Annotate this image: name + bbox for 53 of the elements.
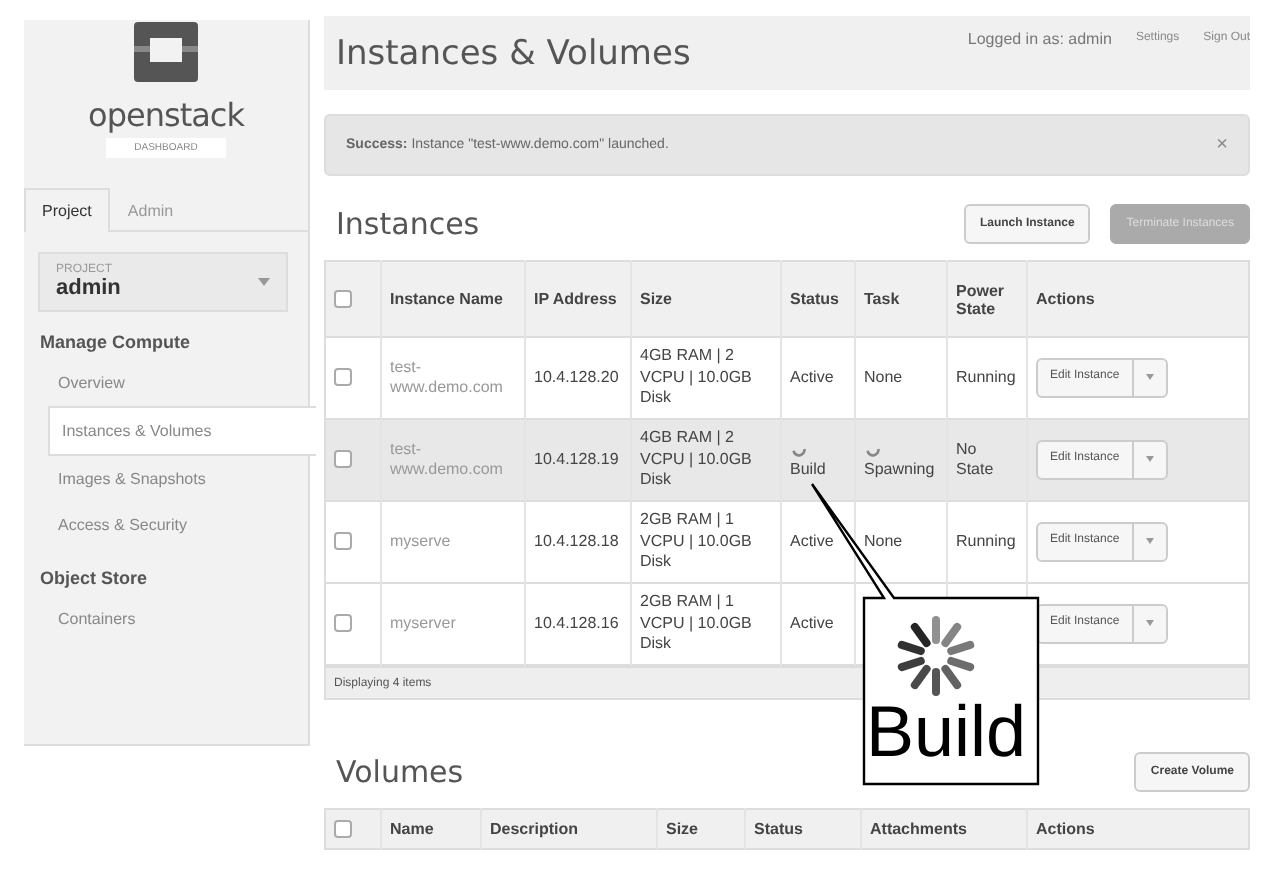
nav-item[interactable]: Images & Snapshots — [24, 456, 308, 502]
column-header: Actions — [1027, 809, 1249, 849]
section-heading: Object Store — [38, 566, 150, 592]
table-cell: No State — [947, 419, 1027, 501]
close-icon[interactable]: × — [1216, 134, 1228, 156]
table-cell-text: Build — [790, 459, 828, 481]
column-header: Status — [781, 261, 855, 337]
caret-icon — [258, 278, 270, 286]
caret-icon — [1145, 538, 1154, 545]
user-label: Logged in as: admin — [967, 30, 1112, 48]
table-cell: 10.4.128.18 — [525, 501, 631, 583]
instance-link[interactable]: test-www.demo.com — [390, 357, 516, 399]
callout-text: Build — [866, 696, 1027, 768]
instance-link[interactable]: myserver — [390, 613, 516, 635]
column-header: Size — [631, 261, 781, 337]
nav-item[interactable]: Containers — [24, 596, 308, 642]
section-heading: Manage Compute — [38, 330, 193, 356]
column-header: Actions — [1027, 261, 1249, 337]
caret-icon — [1145, 374, 1154, 381]
checkbox[interactable] — [334, 820, 352, 839]
column-header: IP Address — [525, 261, 631, 337]
project-name: admin — [56, 276, 121, 300]
instance-link[interactable]: myserve — [390, 531, 516, 553]
brand-name: openstack — [88, 96, 244, 134]
caret-icon — [1145, 456, 1154, 463]
sidebar-tab[interactable]: Admin — [109, 188, 192, 232]
column-header: Task — [855, 261, 947, 337]
column-header: Size — [657, 809, 745, 849]
checkbox[interactable] — [334, 532, 352, 551]
nav-item[interactable]: Access & Security — [24, 502, 308, 548]
column-header: Attachments — [861, 809, 1027, 849]
table-cell: 2GB RAM | 1 VCPU | 10.0GB Disk — [631, 501, 781, 583]
column-header: Description — [481, 809, 657, 849]
spinner-icon — [896, 616, 976, 696]
checkbox[interactable] — [334, 450, 352, 469]
caret-icon — [1145, 620, 1154, 627]
table-cell-text: Spawning — [864, 459, 937, 481]
section-title: Volumes — [336, 754, 464, 790]
table-cell: Running — [947, 501, 1027, 583]
column-header: Power State — [947, 261, 1027, 337]
checkbox[interactable] — [334, 368, 352, 387]
section-title: Instances — [336, 206, 480, 242]
column-header: Name — [381, 809, 481, 849]
checkbox[interactable] — [334, 614, 352, 633]
column-header: Status — [745, 809, 861, 849]
nav-item[interactable]: Overview — [24, 360, 308, 406]
column-header: Instance Name — [381, 261, 525, 337]
page-title: Instances & Volumes — [336, 33, 691, 73]
sidebar-tab[interactable]: Project — [24, 188, 110, 232]
table-cell: 4GB RAM | 2 VCPU | 10.0GB Disk — [631, 419, 781, 501]
checkbox[interactable] — [334, 290, 352, 309]
nav-item[interactable]: Instances & Volumes — [48, 406, 316, 456]
table-cell: 10.4.128.19 — [525, 419, 631, 501]
